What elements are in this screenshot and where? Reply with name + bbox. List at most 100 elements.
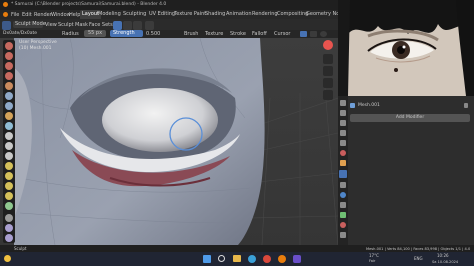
draw-brush-icon[interactable] <box>5 42 13 50</box>
radius-value[interactable]: 55 px <box>84 30 106 37</box>
strength-value[interactable]: 0.500 <box>146 31 160 37</box>
menu-help[interactable]: Help <box>69 12 80 18</box>
symmetry-z-icon[interactable] <box>133 21 142 30</box>
blender-logo-icon <box>3 2 8 7</box>
pose-brush-icon[interactable] <box>5 202 13 210</box>
constraints-tab-icon[interactable] <box>340 202 346 208</box>
material-tab-icon[interactable] <box>340 222 346 228</box>
symmetry-x-icon[interactable] <box>113 21 122 30</box>
menu-face-sets[interactable]: Face Sets <box>89 22 113 28</box>
start-menu-icon[interactable] <box>203 255 211 263</box>
flatten-brush-icon[interactable] <box>5 132 13 140</box>
texture-menu[interactable]: Texture <box>205 31 223 37</box>
window-title: * Samurai (C:\Blender projects\Samurai\S… <box>11 2 167 7</box>
falloff-menu[interactable]: Falloff <box>252 31 267 37</box>
tab-sculpting[interactable]: Sculpting <box>121 10 148 19</box>
modifier-wrench-icon <box>350 103 355 108</box>
brush-preset-label[interactable]: Dx0ate/Dx0ate <box>3 31 37 37</box>
blob-brush-icon[interactable] <box>5 102 13 110</box>
zoom-icon[interactable] <box>323 54 333 64</box>
inflate-brush-icon[interactable] <box>5 92 13 100</box>
viewport-navigation <box>322 40 335 140</box>
pin-icon[interactable] <box>464 103 468 108</box>
sculpt-tool-shelf <box>3 40 15 243</box>
snake-hook-brush-icon[interactable] <box>5 182 13 190</box>
webcam-reference-image <box>338 0 474 96</box>
add-modifier-button[interactable]: Add Modifier <box>350 114 470 122</box>
mask-brush-icon[interactable] <box>5 214 13 222</box>
properties-header: Mesh.001 <box>350 101 470 110</box>
world-tab-icon[interactable] <box>340 150 346 156</box>
tool-settings-bar: Sculpt Mode View Sculpt Mask Face Sets R… <box>0 19 338 30</box>
blender-taskbar-icon[interactable] <box>278 255 286 263</box>
menu-file[interactable]: File <box>11 12 19 18</box>
view-layer-tab-icon[interactable] <box>340 130 346 136</box>
status-bar: Sculpt Mesh.001 | Verts 84,100 | Faces 8… <box>0 245 474 252</box>
camera-view-icon[interactable] <box>323 78 333 88</box>
strength-field[interactable]: Strength <box>110 30 143 37</box>
radius-label: Radius <box>62 31 79 37</box>
overlay-toggle-icon[interactable] <box>300 31 307 37</box>
texture-tab-icon[interactable] <box>340 232 346 238</box>
scrape-brush-icon[interactable] <box>5 152 13 160</box>
clock-date[interactable]: Sa 10.08.2024 <box>432 259 458 265</box>
pinch-brush-icon[interactable] <box>5 162 13 170</box>
data-tab-icon[interactable] <box>340 212 346 218</box>
draw-sharp-brush-icon[interactable] <box>5 52 13 60</box>
menu-view[interactable]: View <box>45 22 57 28</box>
weather-condition: Fair <box>369 259 376 263</box>
perspective-toggle-icon[interactable] <box>323 90 333 100</box>
sculpt-mode-icon[interactable] <box>2 21 11 30</box>
shading-solid-icon[interactable] <box>320 31 327 37</box>
brush-settings-icon[interactable] <box>145 21 154 30</box>
3d-viewport[interactable]: User Perspective (10) Mesh.001 <box>0 38 338 245</box>
transform-icon[interactable] <box>5 234 13 242</box>
properties-tab-column <box>338 96 348 245</box>
render-tab-icon[interactable] <box>340 110 346 116</box>
language-indicator[interactable]: ENG <box>414 256 423 262</box>
menu-render[interactable]: Render <box>34 12 52 18</box>
chrome-icon[interactable] <box>263 255 271 263</box>
stroke-menu[interactable]: Stroke <box>230 31 246 37</box>
windows-taskbar: 17°C Fair ENG 10:26 Sa 10.08.2024 <box>0 252 474 266</box>
symmetry-y-icon[interactable] <box>123 21 132 30</box>
object-tab-icon[interactable] <box>340 160 346 166</box>
layer-brush-icon[interactable] <box>5 82 13 90</box>
pan-hand-icon[interactable] <box>323 66 333 76</box>
axis-gizmo-icon[interactable] <box>323 40 333 50</box>
crease-brush-icon[interactable] <box>5 112 13 120</box>
weather-icon[interactable] <box>4 255 11 262</box>
viewport-overlay-object: (10) Mesh.001 <box>19 46 52 51</box>
fill-brush-icon[interactable] <box>5 142 13 150</box>
clay-brush-icon[interactable] <box>5 62 13 70</box>
cursor-menu[interactable]: Cursor <box>274 31 290 37</box>
sculpt-mesh <box>0 38 338 245</box>
tool-tab-icon[interactable] <box>340 100 346 106</box>
scene-tab-icon[interactable] <box>340 140 346 146</box>
mode-selector[interactable]: Sculpt Mode <box>13 21 46 28</box>
menu-mask[interactable]: Mask <box>75 22 88 28</box>
thumb-brush-icon[interactable] <box>5 192 13 200</box>
browser-icon[interactable] <box>248 255 256 263</box>
tab-modeling[interactable]: Modeling <box>96 10 123 19</box>
grab-brush-icon[interactable] <box>5 172 13 180</box>
box-mask-icon[interactable] <box>5 224 13 232</box>
brush-header: Dx0ate/Dx0ate Radius 55 px Strength 0.50… <box>0 30 338 38</box>
brush-menu[interactable]: Brush <box>184 31 198 37</box>
object-name-label: Mesh.001 <box>358 103 380 108</box>
physics-tab-icon[interactable] <box>340 192 346 198</box>
top-menubar: File Edit Render Window Help Layout Mode… <box>0 10 346 19</box>
output-tab-icon[interactable] <box>340 120 346 126</box>
modifier-tab-icon[interactable] <box>339 170 347 178</box>
blender-menu-icon[interactable] <box>3 12 8 17</box>
file-explorer-icon[interactable] <box>233 255 241 262</box>
search-icon[interactable] <box>218 255 225 262</box>
particles-tab-icon[interactable] <box>340 182 346 188</box>
app-icon[interactable] <box>293 255 301 263</box>
smooth-brush-icon[interactable] <box>5 122 13 130</box>
menu-window[interactable]: Window <box>51 12 71 18</box>
clay-strips-brush-icon[interactable] <box>5 72 13 80</box>
menu-edit[interactable]: Edit <box>22 12 32 18</box>
menu-sculpt[interactable]: Sculpt <box>58 22 74 28</box>
xray-toggle-icon[interactable] <box>310 31 317 37</box>
